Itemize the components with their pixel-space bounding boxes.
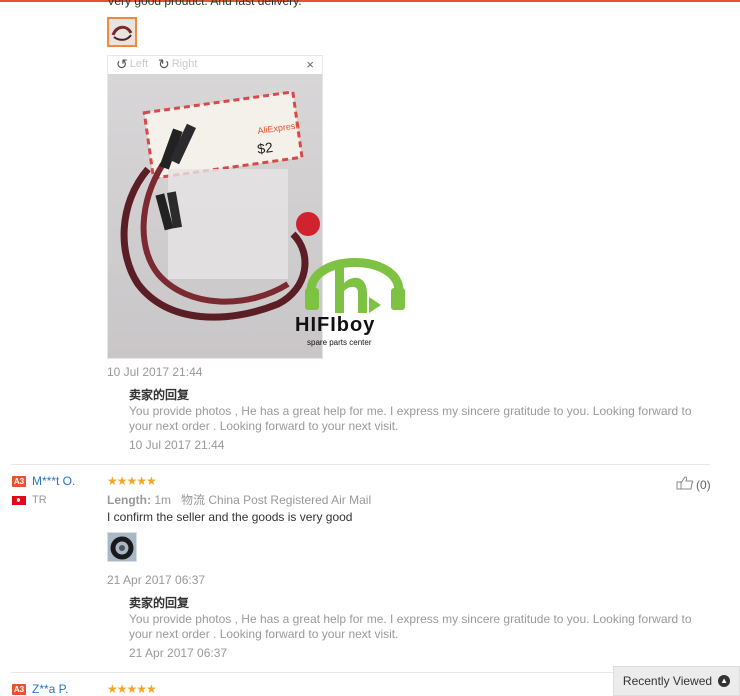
chevron-up-icon: ▲ bbox=[718, 675, 731, 687]
review-date: 21 Apr 2017 06:37 bbox=[107, 573, 206, 587]
reviewer-name[interactable]: Z**a P. bbox=[32, 682, 68, 696]
recently-viewed-button[interactable]: Recently Viewed ▲ bbox=[613, 666, 740, 696]
seller-reply-title: 卖家的回复 bbox=[129, 596, 190, 610]
seller-reply-date: 10 Jul 2017 21:44 bbox=[129, 438, 225, 452]
seller-reply-date: 21 Apr 2017 06:37 bbox=[129, 646, 228, 660]
rotate-right-icon: ↻ bbox=[158, 56, 170, 72]
rotate-left-label: Left bbox=[129, 58, 149, 70]
review-photo: AliExpress $2 bbox=[108, 74, 322, 358]
rotate-right-label: Right bbox=[171, 58, 198, 70]
thumbs-up-icon bbox=[676, 476, 694, 493]
photo-viewer: ↺ Left ↻ Right × AliExpress $2 bbox=[107, 55, 323, 359]
review-divider bbox=[11, 672, 710, 673]
review-photo-thumbnail[interactable] bbox=[107, 532, 137, 562]
review-divider bbox=[11, 464, 710, 465]
length-value: 1m bbox=[154, 493, 172, 507]
shipping-value: China Post Registered Air Mail bbox=[208, 493, 372, 507]
recently-viewed-label: Recently Viewed bbox=[622, 674, 713, 688]
length-label: Length: bbox=[107, 493, 151, 507]
review-attributes: Length: 1m 物流 China Post Registered Air … bbox=[107, 491, 371, 508]
review-text: I confirm the seller and the goods is ve… bbox=[107, 510, 353, 524]
review-date: 10 Jul 2017 21:44 bbox=[107, 365, 203, 379]
buyer-level-badge: A3 bbox=[12, 476, 26, 487]
close-icon[interactable]: × bbox=[306, 57, 314, 72]
rating-stars: ★★★★★ bbox=[107, 474, 157, 488]
rotate-right-button[interactable]: ↻ Right bbox=[158, 57, 197, 71]
rotate-left-button[interactable]: ↺ Left bbox=[116, 57, 148, 71]
watermark-tagline: spare parts center bbox=[307, 338, 372, 347]
helpful-button[interactable]: (0) bbox=[676, 476, 711, 493]
photo-viewer-toolbar: ↺ Left ↻ Right × bbox=[108, 56, 322, 75]
country-flag-icon bbox=[12, 496, 26, 505]
buyer-level-badge: A3 bbox=[12, 684, 26, 695]
previous-review-text: Very good product. And fast delivery. bbox=[107, 0, 302, 8]
watermark-brand: HIFIboy bbox=[295, 314, 375, 336]
seller-reply-title: 卖家的回复 bbox=[129, 388, 190, 402]
helpful-count: (0) bbox=[696, 477, 711, 492]
seller-reply-body: You provide photos , He has a great help… bbox=[129, 612, 692, 641]
reviewer-country: TR bbox=[32, 494, 47, 506]
rating-stars: ★★★★★ bbox=[107, 682, 157, 696]
seller-reply-body: You provide photos , He has a great help… bbox=[129, 404, 692, 433]
shipping-label: 物流 bbox=[181, 493, 206, 507]
hifiboy-watermark: HIFIboy spare parts center bbox=[295, 233, 415, 348]
selected-photo-thumbnail[interactable] bbox=[107, 17, 137, 47]
package-price-text: $2 bbox=[256, 139, 274, 157]
rotate-left-icon: ↺ bbox=[116, 56, 128, 72]
reviewer-name[interactable]: M***t O. bbox=[32, 474, 75, 488]
